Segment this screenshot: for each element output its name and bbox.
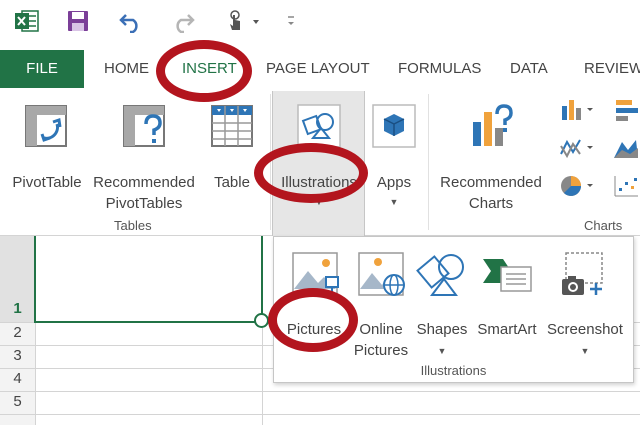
shapes-label: Shapes [416, 321, 468, 338]
tab-data[interactable]: DATA [510, 50, 548, 88]
scatter-chart-button[interactable] [610, 172, 640, 202]
tab-file[interactable]: FILE [0, 50, 84, 88]
table-button[interactable]: Table [204, 100, 260, 210]
pivottable-icon [25, 105, 67, 147]
shapes-icon [416, 254, 464, 296]
redo-icon[interactable] [168, 8, 198, 34]
grid-line [0, 391, 640, 392]
row-header-5[interactable]: 5 [0, 393, 35, 413]
recommended-charts-label-line2: Charts [468, 195, 514, 212]
smartart-icon [483, 259, 532, 292]
bar-chart-icon [616, 100, 638, 121]
bar-chart-button[interactable] [610, 96, 640, 126]
apps-label: Apps [376, 174, 412, 191]
group-label-charts: Charts [584, 218, 623, 233]
group-label-tables: Tables [114, 218, 152, 233]
column-chart-icon [562, 100, 593, 120]
recommended-pivottables-label-line1: Recommended [93, 174, 195, 191]
smartart-button[interactable]: SmartArt [472, 249, 542, 359]
undo-icon[interactable] [116, 8, 146, 34]
column-chart-button[interactable] [558, 96, 598, 126]
pivottable-button[interactable]: PivotTable [8, 100, 86, 210]
apps-dropdown-arrow-icon: ▼ [389, 197, 399, 207]
grid-line [0, 414, 640, 415]
recommended-pivottables-label-line2: PivotTables [105, 195, 183, 212]
smartart-label: SmartArt [477, 321, 537, 338]
row-header-2[interactable]: 2 [0, 324, 35, 344]
tab-review[interactable]: REVIEW [584, 50, 640, 88]
tab-home[interactable]: HOME [104, 50, 149, 88]
scatter-chart-icon [614, 176, 638, 197]
online-pictures-label-line2: Pictures [353, 342, 409, 359]
apps-button[interactable]: Apps ▼ [366, 100, 422, 210]
area-chart-icon [614, 140, 638, 158]
table-icon [211, 105, 253, 147]
fill-handle[interactable] [254, 313, 269, 328]
pie-chart-icon [561, 176, 593, 196]
table-label: Table [214, 174, 250, 191]
shapes-button[interactable]: Shapes ▼ [410, 249, 474, 359]
customize-toolbar-icon[interactable] [284, 8, 298, 34]
selected-cell[interactable] [34, 236, 263, 323]
screenshot-button[interactable]: Screenshot ▼ [544, 249, 626, 359]
area-chart-button[interactable] [610, 134, 640, 164]
line-chart-icon [560, 139, 593, 159]
recommended-pivottables-button[interactable]: Recommended PivotTables [90, 100, 198, 212]
annotation-ring-insert [156, 40, 252, 102]
online-pictures-icon [358, 252, 405, 296]
screenshot-icon [562, 252, 603, 295]
line-chart-button[interactable] [558, 134, 598, 164]
pivottable-label: PivotTable [12, 174, 82, 191]
recommended-pivottables-icon [123, 105, 165, 147]
ribbon-tabs: FILE HOME INSERT PAGE LAYOUT FORMULAS DA… [0, 50, 640, 88]
dropdown-group-label: Illustrations [420, 363, 487, 378]
row-header-1[interactable]: 1 [0, 300, 35, 320]
row-header-3[interactable]: 3 [0, 347, 35, 367]
tab-formulas[interactable]: FORMULAS [398, 50, 481, 88]
screenshot-label: Screenshot [547, 321, 623, 338]
pie-chart-button[interactable] [558, 172, 598, 202]
annotation-ring-illustrations [254, 143, 368, 203]
screenshot-dropdown-arrow-icon: ▼ [580, 346, 590, 356]
group-separator [428, 94, 429, 230]
shapes-dropdown-arrow-icon: ▼ [437, 346, 447, 356]
online-pictures-button[interactable]: Online Pictures [348, 249, 414, 359]
apps-icon [372, 104, 416, 148]
quick-access-toolbar [0, 0, 640, 50]
save-icon[interactable] [64, 8, 92, 34]
recommended-charts-button[interactable]: Recommended Charts [434, 100, 548, 212]
touch-mode-icon[interactable] [222, 8, 264, 34]
annotation-ring-pictures [268, 288, 358, 352]
recommended-charts-label-line1: Recommended [440, 174, 542, 191]
tab-page-layout[interactable]: PAGE LAYOUT [266, 50, 370, 88]
excel-logo-icon [12, 8, 42, 34]
recommended-charts-icon [473, 104, 513, 146]
row-header-4[interactable]: 4 [0, 370, 35, 390]
